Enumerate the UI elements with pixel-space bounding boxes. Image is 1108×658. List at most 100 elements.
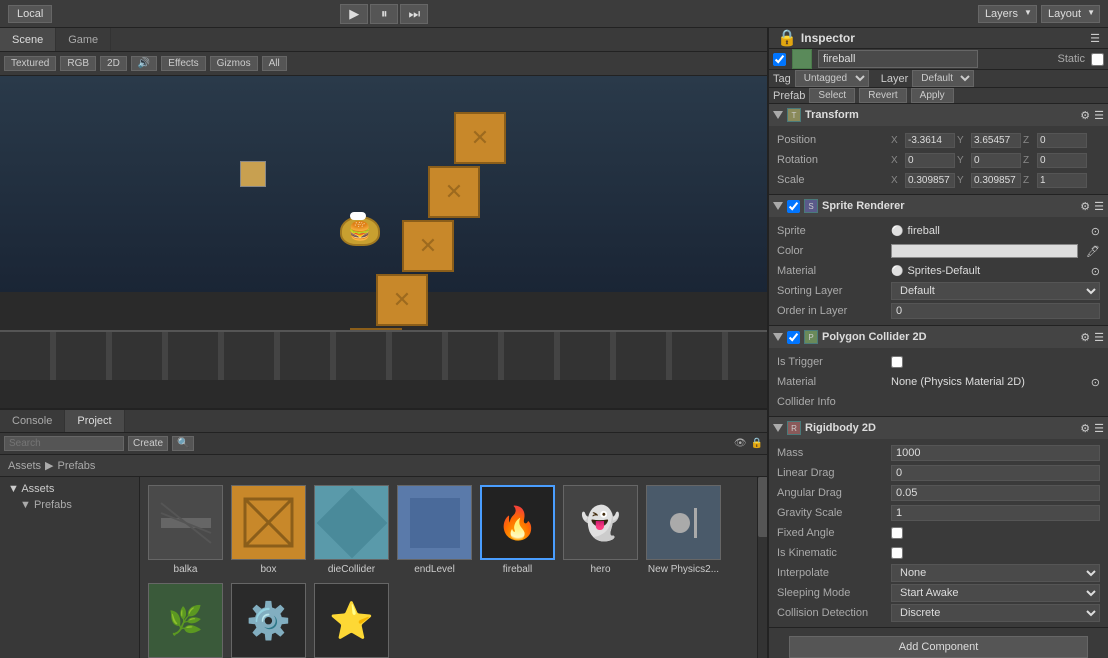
polygon-collider-header[interactable]: P Polygon Collider 2D ⚙ ☰: [769, 326, 1108, 348]
pause-button[interactable]: ⏸: [370, 4, 398, 24]
rigidbody-header[interactable]: R Rigidbody 2D ⚙ ☰: [769, 417, 1108, 439]
rigidbody-menu-icon[interactable]: ☰: [1094, 422, 1104, 435]
asset-item-endLevel[interactable]: endLevel: [397, 485, 472, 575]
audio-button[interactable]: 🔊: [131, 56, 157, 71]
all-button[interactable]: All: [262, 56, 287, 71]
gizmos-button[interactable]: Gizmos: [210, 56, 258, 71]
angular-drag-input[interactable]: [891, 485, 1100, 501]
layout-dropdown[interactable]: Layout: [1041, 5, 1100, 23]
scale-x-input[interactable]: [905, 173, 955, 188]
prefab-revert-btn[interactable]: Revert: [859, 88, 906, 103]
polygon-collider-menu-icon[interactable]: ☰: [1094, 331, 1104, 344]
asset-item-star[interactable]: ⭐ star: [314, 583, 389, 658]
scene-viewport[interactable]: 🍔: [0, 76, 767, 408]
scale-z-input[interactable]: [1037, 173, 1087, 188]
sorting-layer-dropdown[interactable]: Default: [891, 282, 1100, 300]
play-button[interactable]: ▶: [340, 4, 368, 24]
rot-z-item: Z: [1023, 153, 1087, 168]
asset-scroll-thumb[interactable]: [758, 477, 767, 537]
sprite-renderer-checkbox[interactable]: [787, 200, 800, 213]
pos-z-input[interactable]: [1037, 133, 1087, 148]
scale-y-input[interactable]: [971, 173, 1021, 188]
collision-detection-dropdown[interactable]: Discrete: [891, 604, 1100, 622]
asset-scrollbar[interactable]: [757, 477, 767, 658]
transform-settings-icon[interactable]: ⚙: [1080, 109, 1090, 122]
create-button[interactable]: Create: [128, 436, 168, 451]
is-trigger-checkbox[interactable]: [891, 356, 903, 368]
material-row: Material ⚪ Sprites-Default ⊙: [769, 261, 1108, 281]
asset-item-balka2[interactable]: 🌿 balka: [148, 583, 223, 658]
linear-drag-input[interactable]: [891, 465, 1100, 481]
collider-material-select-icon[interactable]: ⊙: [1091, 376, 1100, 389]
layers-dropdown[interactable]: Layers: [978, 5, 1037, 23]
rot-z-input[interactable]: [1037, 153, 1087, 168]
tab-game[interactable]: Game: [56, 28, 111, 51]
static-checkbox[interactable]: [1091, 53, 1104, 66]
asset-thumb-fireball: 🔥: [480, 485, 555, 560]
asset-search-input[interactable]: [4, 436, 124, 451]
gravity-scale-input[interactable]: [891, 505, 1100, 521]
pos-x-item: X: [891, 133, 955, 148]
layer-dropdown[interactable]: Default: [912, 70, 974, 87]
collider-info-label: Collider Info: [777, 396, 887, 408]
rigidbody-icon: R: [787, 421, 801, 435]
asset-item-hero[interactable]: 👻 hero: [563, 485, 638, 575]
project-label[interactable]: Project: [65, 410, 124, 432]
tab-scene[interactable]: Scene: [0, 28, 56, 51]
asset-item-box[interactable]: box: [231, 485, 306, 575]
order-in-layer-input[interactable]: [891, 303, 1100, 319]
sprite-renderer-header[interactable]: S Sprite Renderer ⚙ ☰: [769, 195, 1108, 217]
polygon-collider-settings-icon[interactable]: ⚙: [1080, 331, 1090, 344]
prefab-apply-btn[interactable]: Apply: [911, 88, 954, 103]
step-button[interactable]: ⏭: [400, 4, 428, 24]
asset-item-gear[interactable]: ⚙️ gear: [231, 583, 306, 658]
rigidbody-settings-icon[interactable]: ⚙: [1080, 422, 1090, 435]
prefab-select-btn[interactable]: Select: [809, 88, 855, 103]
sky-bg: [0, 76, 767, 292]
textured-button[interactable]: Textured: [4, 56, 56, 71]
fx-button[interactable]: Effects: [161, 56, 205, 71]
add-component-button[interactable]: Add Component: [789, 636, 1088, 658]
rot-y-input[interactable]: [971, 153, 1021, 168]
sprite-select-icon[interactable]: ⊙: [1091, 225, 1100, 238]
asset-item-balka[interactable]: balka: [148, 485, 223, 575]
object-name-input[interactable]: [818, 50, 978, 68]
rgb-button[interactable]: RGB: [60, 56, 96, 71]
console-label[interactable]: Console: [0, 410, 65, 432]
asset-item-dieCollider[interactable]: dieCollider: [314, 485, 389, 575]
polygon-collider-checkbox[interactable]: [787, 331, 800, 344]
2d-button[interactable]: 2D: [100, 56, 127, 71]
rot-y-item: Y: [957, 153, 1021, 168]
pos-y-input[interactable]: [971, 133, 1021, 148]
transform-header[interactable]: T Transform ⚙ ☰: [769, 104, 1108, 126]
pos-x-input[interactable]: [905, 133, 955, 148]
mass-input[interactable]: [891, 445, 1100, 461]
rot-x-input[interactable]: [905, 153, 955, 168]
sprite-renderer-title: Sprite Renderer: [822, 200, 905, 212]
interpolate-dropdown[interactable]: None: [891, 564, 1100, 582]
asset-item-newphysics[interactable]: New Physics2...: [646, 485, 721, 575]
tag-dropdown[interactable]: Untagged: [795, 70, 869, 87]
local-button[interactable]: Local: [8, 5, 52, 23]
lock-inspector-icon: 🔒: [777, 28, 797, 48]
fixed-angle-checkbox[interactable]: [891, 527, 903, 539]
tree-item-assets[interactable]: ▼ Assets: [4, 481, 135, 497]
material-select-icon[interactable]: ⊙: [1091, 265, 1100, 278]
sprite-renderer-menu-icon[interactable]: ☰: [1094, 200, 1104, 213]
asset-item-fireball[interactable]: 🔥 fireball: [480, 485, 555, 575]
object-active-checkbox[interactable]: [773, 53, 786, 66]
color-swatch[interactable]: [891, 244, 1078, 258]
sleeping-mode-dropdown[interactable]: Start Awake: [891, 584, 1100, 602]
object-header: Static: [769, 49, 1108, 70]
color-picker-icon[interactable]: 🖊: [1086, 245, 1100, 258]
transform-expand-icon: [773, 111, 783, 119]
transform-menu-icon[interactable]: ☰: [1094, 109, 1104, 122]
asset-label-box: box: [260, 564, 276, 575]
is-kinematic-checkbox[interactable]: [891, 547, 903, 559]
asset-label-endLevel: endLevel: [414, 564, 455, 575]
search-filter-button[interactable]: 🔍: [172, 436, 194, 451]
tree-item-prefabs[interactable]: ▼ Prefabs: [4, 497, 135, 513]
inspector-menu-icon[interactable]: ☰: [1090, 32, 1100, 45]
hero-char: 🍔: [340, 216, 380, 246]
sprite-renderer-settings-icon[interactable]: ⚙: [1080, 200, 1090, 213]
